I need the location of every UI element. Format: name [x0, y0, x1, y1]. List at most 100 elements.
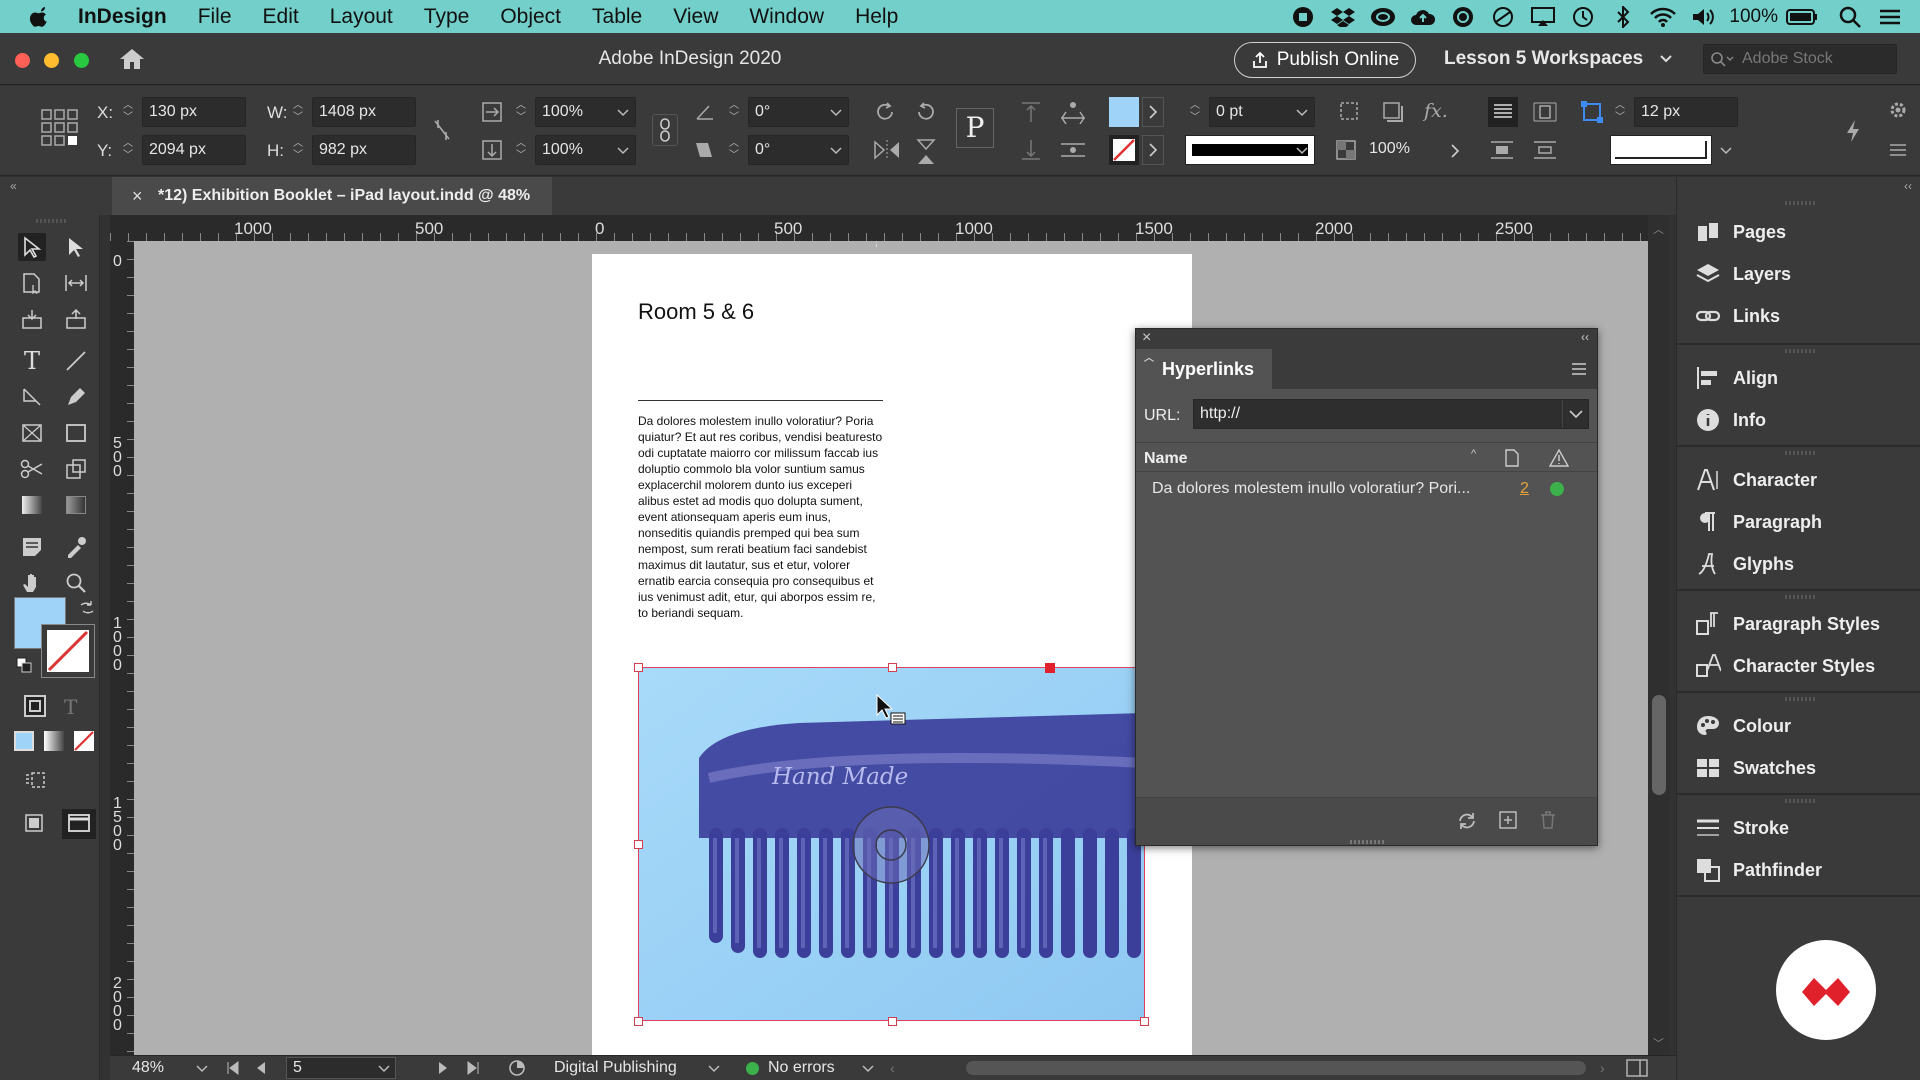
horizontal-ruler[interactable]: 1000 500 0 500 1000 1500 2000 2500	[110, 215, 1648, 241]
frame-fitting-icon[interactable]	[1338, 100, 1362, 124]
open-document-icon[interactable]	[508, 1059, 526, 1077]
room-title[interactable]: Room 5 & 6	[638, 299, 754, 325]
panel-stroke[interactable]: Stroke	[1677, 809, 1920, 847]
body-text-frame[interactable]: Da dolores molestem inullo voloratiur? P…	[638, 413, 883, 621]
h-stepper[interactable]: ︿ ﹀	[288, 135, 308, 165]
panel-menu-icon[interactable]	[1888, 142, 1908, 158]
zoom-tool-icon[interactable]	[62, 569, 90, 597]
vertical-scrollbar[interactable]: ︿ ﹀	[1648, 215, 1670, 1055]
y-stepper[interactable]: ︿ ﹀	[118, 135, 138, 165]
hyperlink-row[interactable]: Da dolores molestem inullo voloratiur? P…	[1136, 474, 1597, 502]
document-tab[interactable]: × *12) Exhibition Booklet – iPad layout.…	[112, 177, 552, 215]
screen-mode-icon[interactable]	[24, 813, 44, 833]
preflight-status[interactable]: No errors	[768, 1059, 835, 1077]
close-panel-icon[interactable]: ×	[1142, 329, 1151, 347]
eyedropper-tool-icon[interactable]	[62, 533, 90, 561]
volume-icon[interactable]	[1683, 0, 1723, 33]
scroll-right-icon[interactable]: ›	[1600, 1060, 1605, 1076]
rectangle-frame-tool-icon[interactable]	[18, 419, 46, 447]
split-layout-icon[interactable]	[1626, 1059, 1648, 1077]
chevron-down-icon[interactable]	[862, 1065, 874, 1073]
h-field[interactable]: 982 px	[312, 135, 416, 165]
spotlight-icon[interactable]	[1830, 0, 1870, 33]
formatting-text-icon[interactable]: T	[64, 695, 77, 719]
scroll-left-icon[interactable]: ‹	[890, 1060, 895, 1076]
dropbox-icon[interactable]	[1323, 0, 1363, 33]
panel-group-grip[interactable]	[1785, 595, 1815, 599]
vertical-ruler[interactable]: 0 5 0 0 1 0 0 0 1 5 0 0 2 0 0 0	[110, 241, 134, 1055]
rotate-cw-icon[interactable]	[873, 100, 897, 124]
panel-character-styles[interactable]: Character Styles	[1677, 647, 1920, 685]
cloud-upload-icon[interactable]	[1403, 0, 1443, 33]
gap-tool-icon[interactable]	[62, 269, 90, 297]
pen-tool-icon[interactable]	[18, 383, 46, 411]
chevron-down-icon[interactable]	[196, 1065, 208, 1073]
shear-stepper[interactable]: ︿ ﹀	[724, 135, 744, 165]
hyperlink-page-link[interactable]: 2	[1520, 480, 1529, 498]
distribute-icon[interactable]	[1058, 100, 1088, 124]
collapse-toolbox-icon[interactable]: «	[10, 179, 17, 193]
gap-field[interactable]: 12 px	[1634, 97, 1738, 127]
menu-help[interactable]: Help	[855, 5, 898, 29]
preview-mode-icon[interactable]	[24, 769, 46, 791]
auto-fit-icon[interactable]	[1580, 100, 1604, 124]
wifi-icon[interactable]	[1643, 0, 1683, 33]
panel-paragraph[interactable]: Paragraph	[1677, 503, 1920, 541]
last-page-icon[interactable]	[466, 1061, 480, 1075]
first-page-icon[interactable]	[226, 1061, 240, 1075]
refresh-icon[interactable]	[1456, 810, 1478, 832]
resize-handle[interactable]	[634, 1017, 643, 1026]
toolbox-grip[interactable]	[36, 219, 66, 223]
text-wrap-icon[interactable]	[1532, 100, 1558, 124]
airplay-icon[interactable]	[1523, 0, 1563, 33]
menu-app[interactable]: InDesign	[78, 5, 167, 29]
bluetooth-icon[interactable]	[1603, 0, 1643, 33]
status-icon[interactable]	[1483, 0, 1523, 33]
rectangle-tool-icon[interactable]	[62, 419, 90, 447]
tab-hyperlinks[interactable]: ︿ Hyperlinks	[1136, 349, 1272, 389]
gradient-tool-icon[interactable]	[18, 491, 46, 519]
content-placer-icon[interactable]	[62, 305, 90, 333]
horizontal-scrollbar-thumb[interactable]	[966, 1061, 1586, 1075]
battery-icon[interactable]	[1782, 0, 1822, 33]
panel-group-grip[interactable]	[1785, 451, 1815, 455]
align-text-left-icon[interactable]	[1488, 97, 1518, 127]
lightning-icon[interactable]	[1845, 119, 1861, 143]
image-frame-port[interactable]	[1045, 663, 1055, 673]
gap-stepper[interactable]: ︿ ﹀	[1610, 97, 1630, 127]
panel-title-bar[interactable]: × ‹‹	[1136, 329, 1597, 349]
chevron-down-icon[interactable]	[1720, 147, 1732, 155]
previous-page-icon[interactable]	[256, 1061, 266, 1075]
hand-tool-icon[interactable]	[18, 569, 46, 597]
panel-links[interactable]: Links	[1677, 297, 1920, 335]
url-field[interactable]: http://	[1193, 399, 1589, 429]
rotate-stepper[interactable]: ︿ ﹀	[724, 97, 744, 127]
distribute-spacing-icon[interactable]	[1058, 138, 1088, 162]
chevron-down-icon[interactable]	[830, 109, 842, 117]
panel-group-grip[interactable]	[1785, 201, 1815, 205]
opacity-field[interactable]: 100%	[1363, 135, 1445, 165]
adobe-stock-search[interactable]: Adobe Stock	[1703, 44, 1897, 74]
workspace-switcher[interactable]: Lesson 5 Workspaces	[1444, 48, 1673, 70]
rotate-ccw-icon[interactable]	[914, 100, 938, 124]
menu-table[interactable]: Table	[592, 5, 642, 29]
menu-file[interactable]: File	[198, 5, 232, 29]
creative-cloud-icon[interactable]	[1363, 0, 1403, 33]
chevron-down-icon[interactable]	[1296, 109, 1308, 117]
fill-menu-chevron-icon[interactable]	[1142, 97, 1164, 127]
x-stepper[interactable]: ︿ ﹀	[118, 97, 138, 127]
panel-resize-grip[interactable]	[1350, 840, 1384, 844]
stroke-none-swatch[interactable]	[1109, 135, 1139, 165]
zoom-level[interactable]: 48%	[132, 1059, 164, 1077]
note-tool-icon[interactable]	[18, 533, 46, 561]
chevron-down-icon[interactable]	[617, 109, 629, 117]
chevron-down-icon[interactable]	[708, 1065, 720, 1073]
jump-object-icon[interactable]	[1532, 138, 1558, 162]
scroll-down-icon[interactable]: ﹀	[1653, 1035, 1664, 1051]
record-icon[interactable]	[1283, 0, 1323, 33]
collapse-panel-icon[interactable]: ‹‹	[1581, 330, 1589, 344]
resize-handle[interactable]	[634, 840, 643, 849]
panel-pages[interactable]: Pages	[1677, 213, 1920, 251]
page-number-field[interactable]: 5	[286, 1057, 396, 1079]
scrollbar-thumb[interactable]	[1652, 695, 1666, 795]
